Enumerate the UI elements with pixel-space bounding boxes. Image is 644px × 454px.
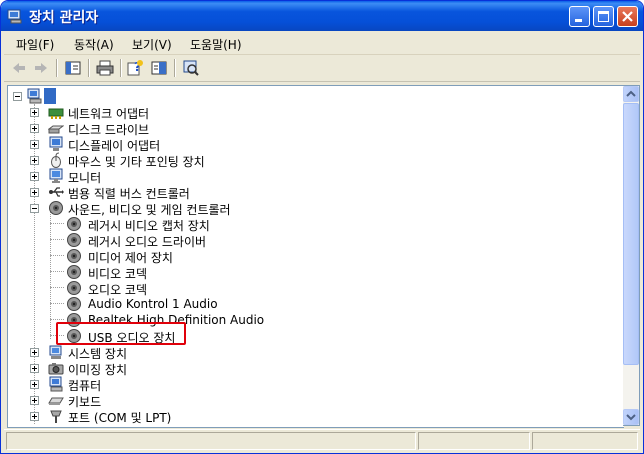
menu-help[interactable]: 도움말(H) [190,36,242,53]
display-adapter-icon [49,136,63,151]
port-icon [50,410,62,423]
device-manager-window: 장치 관리자 파일(F) 동작(A) 보기(V) 도움말(H) ? 네트워크 어… [0,0,644,454]
computer-root-icon [27,88,42,104]
expand-toggle[interactable] [30,188,39,197]
device-item[interactable]: 오디오 코덱 [8,280,308,297]
category-label: 포트 (COM 및 LPT) [68,411,172,425]
system-device-icon [49,345,62,359]
collapse-toggle[interactable] [30,204,39,213]
title-bar[interactable]: 장치 관리자 [1,1,643,31]
window-title: 장치 관리자 [29,10,99,26]
chevron-down-icon [626,414,636,421]
computer-icon [49,376,63,392]
sound-device-icon [67,217,81,231]
menu-file[interactable]: 파일(F) [16,36,54,53]
disk-drive-icon [48,125,64,134]
status-cell-main [6,432,416,450]
toolbar-separator [56,59,58,77]
scroll-down-button[interactable] [623,409,639,425]
help-properties-icon[interactable]: ? [126,59,144,77]
collapse-toggle[interactable] [13,92,22,101]
device-tree[interactable]: 네트워크 어댑터 디스크 드라이브 디스플레이 어댑터 마우스 및 기타 포인팅… [7,85,624,428]
minimize-button[interactable] [569,6,590,27]
sound-icon [49,201,63,215]
maximize-icon [598,11,609,22]
scroll-up-button[interactable] [623,86,639,102]
properties-icon[interactable] [150,59,168,77]
expand-toggle[interactable] [30,124,39,133]
network-adapter-icon [48,108,64,119]
expand-toggle[interactable] [30,156,39,165]
usb-icon [49,187,64,197]
sound-device-icon [67,233,81,247]
expand-toggle[interactable] [30,140,39,149]
tree-category[interactable]: 마우스 및 기타 포인팅 장치 [8,152,308,169]
device-item[interactable]: 미디어 제어 장치 [8,248,308,265]
tree-category[interactable]: 포트 (COM 및 LPT) [8,408,308,425]
device-item[interactable]: Audio Kontrol 1 Audio [8,296,308,312]
toolbar-separator [120,59,122,77]
chevron-up-icon [626,90,636,97]
forward-arrow-icon[interactable] [32,59,50,77]
expand-toggle[interactable] [30,172,39,181]
root-selection-mark [44,88,56,104]
menu-action[interactable]: 동작(A) [74,36,114,53]
maximize-button[interactable] [593,6,614,27]
back-arrow-icon[interactable] [10,59,28,77]
menu-bar: 파일(F) 동작(A) 보기(V) 도움말(H) [4,32,640,55]
close-button[interactable] [617,6,638,27]
sound-device-icon [67,249,81,263]
tree-category[interactable]: 컴퓨터 [8,376,308,393]
expand-toggle[interactable] [30,396,39,405]
tree-category[interactable]: 네트워크 어댑터 [8,104,308,121]
tree-category[interactable]: 모니터 [8,168,308,185]
sound-device-icon [67,297,81,311]
tree-category[interactable]: 시스템 장치 [8,344,308,361]
tree-category[interactable]: 이미징 장치 [8,360,308,377]
toolbar: ? [4,55,640,82]
tree-category-expanded[interactable]: 사운드, 비디오 및 게임 컨트롤러 [8,200,308,217]
device-item[interactable]: 레거시 오디오 드라이버 [8,232,308,249]
sound-device-icon [67,281,81,295]
vertical-scrollbar[interactable] [623,85,640,426]
keyboard-icon [48,397,64,405]
tree-category[interactable]: 디스크 드라이브 [8,120,308,137]
expand-toggle[interactable] [30,364,39,373]
tree-category[interactable]: 범용 직렬 버스 컨트롤러 [8,184,308,201]
device-label: Audio Kontrol 1 Audio [88,297,218,311]
minimize-icon [575,19,582,22]
device-item[interactable]: 레거시 비디오 캡처 장치 [8,216,308,233]
mouse-icon [51,152,61,168]
expand-toggle[interactable] [30,108,39,117]
expand-toggle[interactable] [30,412,39,421]
status-bar [4,429,640,452]
toolbar-separator [88,59,90,77]
show-hide-tree-icon[interactable] [64,59,82,77]
status-cell [532,432,638,450]
expand-toggle[interactable] [30,380,39,389]
sound-device-icon [67,265,81,279]
menu-view[interactable]: 보기(V) [132,36,172,53]
status-cell [418,432,530,450]
scan-hardware-icon[interactable] [182,59,200,77]
tree-category[interactable]: 디스플레이 어댑터 [8,136,308,153]
usb-audio-highlight-box [56,322,186,345]
tree-root[interactable] [8,88,208,104]
monitor-icon [49,168,63,183]
expand-toggle[interactable] [30,348,39,357]
device-item[interactable]: 비디오 코덱 [8,264,308,281]
tree-category[interactable]: 키보드 [8,392,308,409]
close-icon [622,11,633,22]
imaging-device-icon [48,363,64,375]
toolbar-separator [174,59,176,77]
print-icon[interactable] [96,59,114,77]
device-manager-app-icon [7,9,22,24]
scroll-thumb[interactable] [623,103,639,365]
